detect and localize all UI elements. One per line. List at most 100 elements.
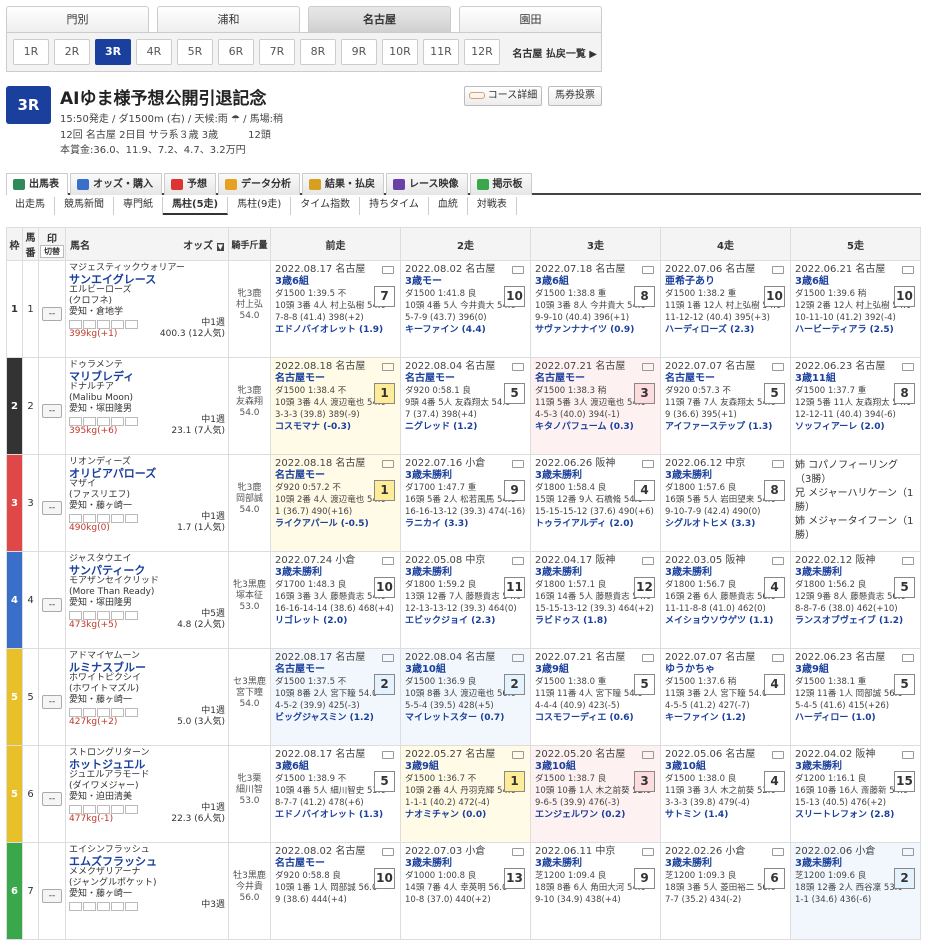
race-button[interactable]: 6R (218, 39, 254, 65)
video-icon[interactable] (382, 654, 394, 662)
check-box[interactable] (97, 514, 110, 523)
check-box[interactable] (83, 514, 96, 523)
check-box[interactable] (111, 514, 124, 523)
mark-select[interactable]: -- (42, 889, 62, 903)
main-tab[interactable]: 出馬表 (6, 173, 68, 195)
video-icon[interactable] (772, 751, 784, 759)
past-race-cell[interactable]: 2022.08.17 名古屋 3歳6組 ダ1500 1:38.9 不 10頭 4番 5… (270, 745, 401, 843)
main-tab[interactable]: 結果・払戻 (302, 173, 384, 195)
jockey-name[interactable]: 細川智 (230, 785, 270, 796)
video-icon[interactable] (772, 557, 784, 565)
check-box[interactable] (69, 320, 82, 329)
mark-select[interactable]: -- (42, 695, 62, 709)
past-race-cell[interactable]: 2022.05.08 中京 3歳未勝利 ダ1800 1:59.2 良 13頭 12番 … (400, 551, 531, 649)
horse-name[interactable]: ルミナスブルー (69, 662, 225, 673)
video-icon[interactable] (382, 363, 394, 371)
video-icon[interactable] (902, 266, 914, 274)
mark-select[interactable]: -- (42, 307, 62, 321)
past-race-cell[interactable]: 2022.06.21 名古屋 3歳6組 ダ1500 1:39.6 稍 12頭 2番 1… (790, 260, 921, 358)
past-race-cell[interactable]: 2022.07.06 名古屋 亜希子あり ダ1500 1:38.2 重 11頭 1番 … (660, 260, 791, 358)
mark-select[interactable]: -- (42, 598, 62, 612)
horse-name[interactable]: マリブレディ (69, 371, 225, 382)
race-button[interactable]: 7R (259, 39, 295, 65)
past-race-cell[interactable]: 2022.05.27 名古屋 3歳9組 ダ1500 1:36.7 不 10頭 2番 4… (400, 745, 531, 843)
check-box[interactable] (111, 708, 124, 717)
jockey-name[interactable]: 今井貴 (230, 882, 270, 893)
sub-tab[interactable]: 持ちタイム (360, 197, 429, 215)
past-race-cell[interactable]: 2022.08.17 名古屋 3歳6組 ダ1500 1:39.5 不 10頭 3番 4… (270, 260, 401, 358)
race-button[interactable]: 2R (54, 39, 90, 65)
past-race-cell[interactable]: 2022.07.16 小倉 3歳未勝利 ダ1700 1:47.7 重 16頭 5番 2… (400, 454, 531, 552)
sub-tab[interactable]: 競馬新聞 (55, 197, 114, 215)
video-icon[interactable] (772, 654, 784, 662)
past-race-cell[interactable]: 2022.03.05 阪神 3歳未勝利 ダ1800 1:56.7 良 16頭 2番 6… (660, 551, 791, 649)
sub-tab[interactable]: 専門紙 (114, 197, 163, 215)
past-race-cell[interactable]: 2022.06.23 名古屋 3歳11組 ダ1500 1:37.7 重 12頭 5番 … (790, 357, 921, 455)
check-box[interactable] (83, 417, 96, 426)
race-button[interactable]: 12R (464, 39, 500, 65)
check-box[interactable] (97, 708, 110, 717)
past-race-cell[interactable]: 2022.07.18 名古屋 3歳6組 ダ1500 1:38.8 重 10頭 3番 8… (530, 260, 661, 358)
mark-select[interactable]: -- (42, 792, 62, 806)
past-race-cell[interactable]: 2022.06.23 名古屋 3歳9組 ダ1500 1:38.1 重 12頭 11番 … (790, 648, 921, 746)
mark-select[interactable]: -- (42, 501, 62, 515)
main-tab[interactable]: オッズ・購入 (70, 173, 162, 195)
video-icon[interactable] (382, 751, 394, 759)
check-box[interactable] (125, 611, 138, 620)
past-race-cell[interactable]: 2022.07.07 名古屋 名古屋モー ダ920 0:57.3 不 11頭 7番 7… (660, 357, 791, 455)
check-box[interactable] (69, 514, 82, 523)
race-button[interactable]: 10R (382, 39, 418, 65)
check-box[interactable] (83, 805, 96, 814)
race-button[interactable]: 1R (13, 39, 49, 65)
past-race-cell[interactable]: 2022.06.12 中京 3歳未勝利 ダ1800 1:57.6 良 16頭 5番 5… (660, 454, 791, 552)
past-race-cell[interactable]: 2022.02.06 小倉 3歳未勝利 芝1200 1:09.6 良 18頭 12番 … (790, 842, 921, 940)
horse-name[interactable]: オリビアパローズ (69, 468, 225, 479)
past-race-cell[interactable]: 2022.08.02 名古屋 名古屋モー ダ920 0:58.8 良 10頭 1番 1… (270, 842, 401, 940)
main-tab[interactable]: データ分析 (218, 173, 300, 195)
past-race-cell[interactable]: 2022.02.26 小倉 3歳未勝利 芝1200 1:09.3 良 18頭 3番 5… (660, 842, 791, 940)
jockey-name[interactable]: 塚本征 (230, 591, 270, 602)
check-box[interactable] (69, 611, 82, 620)
odds-sort[interactable]: オッズ ▼ (183, 237, 224, 252)
check-box[interactable] (69, 805, 82, 814)
sub-tab[interactable]: 馬柱(9走) (228, 197, 292, 215)
jockey-name[interactable]: 宮下瞳 (230, 688, 270, 699)
video-icon[interactable] (642, 751, 654, 759)
past-race-cell[interactable]: 2022.05.06 名古屋 3歳10組 ダ1500 1:38.0 良 11頭 3番 … (660, 745, 791, 843)
jockey-name[interactable]: 村上弘 (230, 300, 270, 311)
check-box[interactable] (97, 902, 110, 911)
check-box[interactable] (97, 320, 110, 329)
sub-tab[interactable]: タイム指数 (291, 197, 361, 215)
venue-tab[interactable]: 浦和 (157, 6, 300, 32)
past-race-cell[interactable]: 2022.07.21 名古屋 3歳9組 ダ1500 1:38.0 重 11頭 11番 … (530, 648, 661, 746)
check-box[interactable] (125, 708, 138, 717)
check-box[interactable] (111, 320, 124, 329)
jockey-name[interactable]: 岡部誠 (230, 494, 270, 505)
venue-tab[interactable]: 名古屋 (308, 6, 451, 32)
video-icon[interactable] (512, 363, 524, 371)
horse-name[interactable]: サンパティーク (69, 565, 225, 576)
check-box[interactable] (83, 902, 96, 911)
past-race-cell[interactable]: 2022.08.17 名古屋 名古屋モー ダ1500 1:37.5 不 10頭 8番 … (270, 648, 401, 746)
check-box[interactable] (83, 708, 96, 717)
video-icon[interactable] (642, 460, 654, 468)
video-icon[interactable] (642, 557, 654, 565)
past-race-cell[interactable]: 2022.08.04 名古屋 3歳10組 ダ1500 1:36.9 良 10頭 8番 … (400, 648, 531, 746)
sub-tab[interactable]: 出走馬 (6, 197, 55, 215)
past-race-cell[interactable]: 2022.07.21 名古屋 名古屋モー ダ1500 1:38.3 稍 11頭 5番 … (530, 357, 661, 455)
check-box[interactable] (125, 805, 138, 814)
check-box[interactable] (69, 417, 82, 426)
ticket-vote-button[interactable]: 馬券投票 (548, 86, 602, 106)
video-icon[interactable] (382, 266, 394, 274)
video-icon[interactable] (642, 266, 654, 274)
past-race-cell[interactable]: 2022.07.07 名古屋 ゆうかちゃ ダ1500 1:37.6 稍 11頭 3番 … (660, 648, 791, 746)
video-icon[interactable] (902, 848, 914, 856)
check-box[interactable] (111, 902, 124, 911)
race-button[interactable]: 5R (177, 39, 213, 65)
check-box[interactable] (69, 708, 82, 717)
check-box[interactable] (83, 320, 96, 329)
past-race-cell[interactable]: 2022.05.20 名古屋 3歳10組 ダ1500 1:38.7 良 10頭 10番… (530, 745, 661, 843)
mark-select[interactable]: -- (42, 404, 62, 418)
jockey-name[interactable]: 友森翔 (230, 397, 270, 408)
check-box[interactable] (111, 417, 124, 426)
